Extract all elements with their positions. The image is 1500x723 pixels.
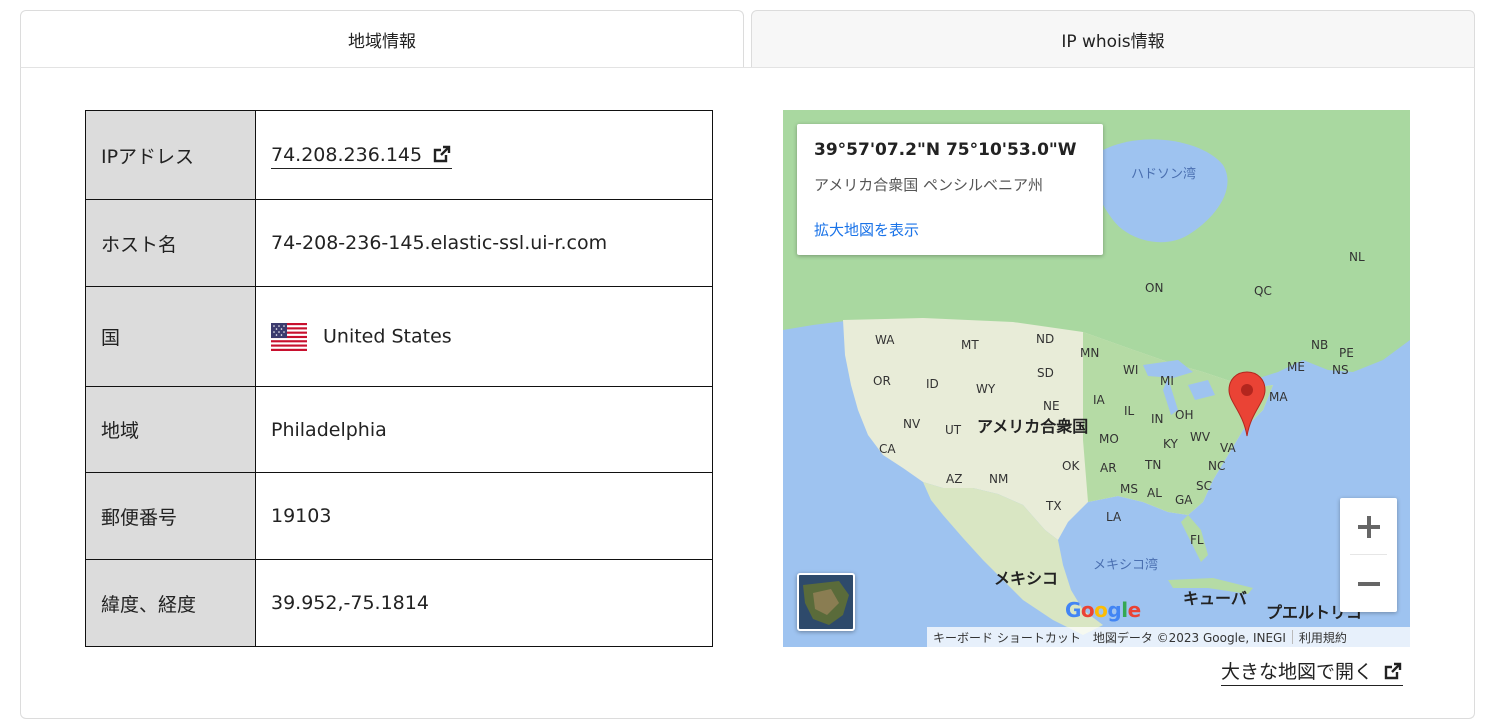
table-row: IPアドレス 74.208.236.145 [85, 110, 713, 200]
map-label: AZ [946, 472, 963, 486]
map-label: AL [1147, 486, 1162, 500]
row-value: 74-208-236-145.elastic-ssl.ui-r.com [255, 199, 713, 287]
enlarge-map-link[interactable]: 拡大地図を表示 [814, 219, 919, 240]
map-label: LA [1106, 510, 1122, 524]
satellite-thumbnail-icon [799, 575, 853, 629]
zoom-out-button[interactable] [1340, 555, 1397, 612]
map-label: KY [1163, 437, 1178, 451]
map-label: WV [1190, 430, 1211, 444]
minus-icon [1357, 581, 1380, 586]
map-label: MN [1080, 346, 1100, 360]
table-row: 緯度、経度 39.952,-75.1814 [85, 559, 713, 647]
map-label: ME [1287, 360, 1305, 374]
row-value: United States [255, 286, 713, 387]
row-label: 郵便番号 [85, 472, 256, 560]
map-label: GA [1175, 493, 1193, 507]
map-label: ON [1145, 281, 1164, 295]
map-label: メキシコ [994, 569, 1059, 588]
map-label: OR [873, 374, 891, 388]
table-row: 地域 Philadelphia [85, 386, 713, 473]
map-label: MO [1099, 432, 1119, 446]
table-row: 国 United States [85, 286, 713, 387]
map-label: メキシコ湾 [1093, 558, 1159, 573]
map-label: OH [1175, 408, 1194, 422]
ip-address-text: 74.208.236.145 [271, 144, 423, 166]
map-label: QC [1254, 284, 1272, 298]
info-table: IPアドレス 74.208.236.145 ホスト名 74-208-236-14… [85, 110, 713, 647]
map-label: NL [1349, 250, 1365, 264]
map-label: IN [1151, 412, 1164, 426]
map-label: IL [1124, 404, 1135, 418]
map-label: PE [1339, 346, 1354, 360]
map-label: IA [1093, 393, 1105, 407]
zoom-in-button[interactable] [1340, 498, 1397, 555]
map-label: ハドソン湾 [1131, 167, 1197, 182]
map-label: VA [1220, 441, 1236, 455]
tab-bar: 地域情報 IP whois情報 [20, 10, 1475, 68]
keyboard-shortcuts-link[interactable]: キーボード ショートカット [927, 629, 1087, 646]
map-label: FL [1190, 533, 1204, 547]
ip-address-link[interactable]: 74.208.236.145 [271, 144, 453, 169]
map-label: SC [1196, 479, 1212, 493]
row-value: 74.208.236.145 [255, 110, 713, 200]
map-label: MS [1120, 482, 1138, 496]
tab-ip-whois[interactable]: IP whois情報 [751, 10, 1475, 68]
tab-label: 地域情報 [348, 32, 416, 52]
map-label: SD [1037, 366, 1054, 380]
open-large-map-link[interactable]: 大きな地図で開く [1220, 657, 1403, 686]
map-label: NE [1043, 399, 1060, 413]
region-text: アメリカ合衆国 ペンシルベニア州 [814, 176, 1044, 194]
map-label: CA [879, 442, 896, 456]
row-value: 39.952,-75.1814 [255, 559, 713, 647]
plus-icon [1357, 515, 1380, 538]
table-row: 郵便番号 19103 [85, 472, 713, 560]
row-value: Philadelphia [255, 386, 713, 473]
map-attribution: キーボード ショートカット 地図データ ©2023 Google, INEGI … [927, 627, 1410, 647]
map-label: TX [1046, 499, 1062, 513]
row-label: ホスト名 [85, 199, 256, 287]
map-label: ID [926, 377, 939, 391]
external-link-icon [1384, 662, 1402, 680]
map-view[interactable]: ハドソン湾 NL ON QC NB PE NS ME MA WA MT ND M… [783, 110, 1410, 647]
terms-link[interactable]: 利用規約 [1293, 629, 1353, 646]
map-label: アメリカ合衆国 [977, 417, 1089, 436]
coords-text: 39°57'07.2"N 75°10'53.0"W [814, 140, 1077, 160]
us-flag-icon [271, 322, 307, 351]
map-info-card: 39°57'07.2"N 75°10'53.0"W アメリカ合衆国 ペンシルベニ… [797, 124, 1103, 255]
map-label: ND [1036, 332, 1055, 346]
map-label: キューバ [1183, 589, 1247, 608]
satellite-toggle-button[interactable] [797, 573, 855, 631]
map-label: WA [875, 333, 895, 347]
row-label: 地域 [85, 386, 256, 473]
map-label: NM [989, 472, 1009, 486]
external-link-icon [433, 145, 451, 163]
map-label: UT [945, 423, 962, 437]
map-label: WY [976, 382, 996, 396]
zoom-controls [1340, 498, 1397, 612]
map-label: WI [1123, 363, 1139, 377]
row-value: 19103 [255, 472, 713, 560]
map-data-text: 地図データ ©2023 Google, INEGI [1092, 630, 1286, 645]
map-label: MA [1269, 390, 1288, 404]
map-label: OK [1062, 459, 1080, 473]
map-label: TN [1145, 458, 1162, 472]
map-label: NC [1208, 459, 1226, 473]
map-label: NB [1311, 338, 1329, 352]
tab-label: IP whois情報 [1061, 31, 1165, 52]
map-label: NV [903, 417, 921, 431]
map-label: NS [1332, 363, 1349, 377]
row-label: 緯度、経度 [85, 559, 256, 647]
map-label: MT [961, 338, 979, 352]
row-label: IPアドレス [85, 110, 256, 200]
country-name: United States [323, 325, 452, 347]
google-logo: Google [1065, 598, 1141, 622]
tab-region-info[interactable]: 地域情報 [20, 10, 744, 68]
row-label: 国 [85, 286, 256, 387]
table-row: ホスト名 74-208-236-145.elastic-ssl.ui-r.com [85, 199, 713, 287]
map-label: AR [1100, 461, 1117, 475]
map-label: MI [1160, 374, 1174, 388]
open-large-map-label: 大きな地図で開く [1220, 661, 1373, 683]
